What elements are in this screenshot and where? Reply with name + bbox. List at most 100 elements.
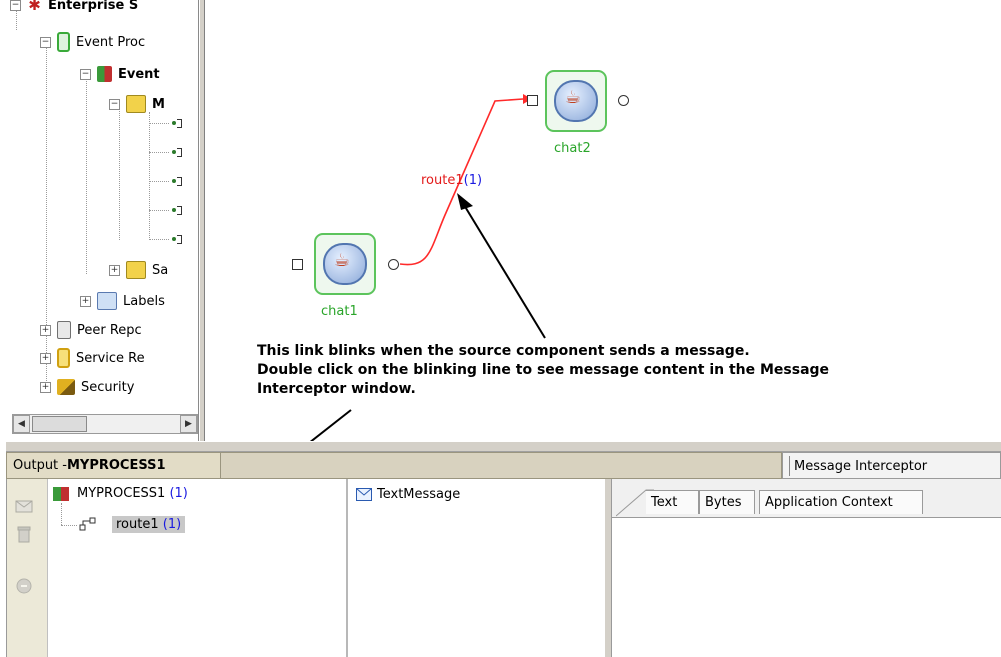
tree-guide-line xyxy=(149,152,169,153)
message-item-label: TextMessage xyxy=(377,487,461,502)
output-tab-bar: Output - MYPROCESS1 xyxy=(6,452,782,479)
security-icon xyxy=(57,379,75,395)
route-icon xyxy=(79,517,96,531)
chat2-component[interactable] xyxy=(545,70,607,132)
output-tab-prefix: Output - xyxy=(13,458,67,473)
java-component-icon xyxy=(323,243,367,285)
tree-node-label: Enterprise S xyxy=(48,0,139,13)
tab-bytes[interactable]: Bytes xyxy=(699,490,755,514)
tree-node-security[interactable]: + Security xyxy=(40,376,134,398)
tree-node-module[interactable]: − M xyxy=(109,93,165,115)
output-tab-process: MYPROCESS1 xyxy=(66,458,166,473)
tree-node-labels[interactable]: + Labels xyxy=(80,290,165,312)
tree-node-label: Peer Repc xyxy=(77,322,142,338)
tree-node-sub[interactable]: + Sa xyxy=(109,259,168,281)
folder-icon xyxy=(126,95,146,113)
tree-guide-line xyxy=(61,525,77,526)
tree-node-enterprise[interactable]: − ✱ Enterprise S xyxy=(10,0,138,16)
collapse-icon[interactable]: − xyxy=(10,0,21,11)
chat1-input-port[interactable] xyxy=(292,259,303,270)
message-interceptor-tab-bar: Message Interceptor xyxy=(782,452,1001,479)
tree-guide-line xyxy=(119,104,120,240)
link-icon[interactable] xyxy=(172,148,182,157)
tree-node-service-registry[interactable]: + Service Re xyxy=(40,347,145,369)
stop-icon[interactable] xyxy=(15,577,33,595)
tree-guide-line xyxy=(61,503,62,525)
message-interceptor-tab[interactable]: Message Interceptor xyxy=(789,456,927,476)
scroll-left-icon[interactable]: ◀ xyxy=(13,415,30,433)
annotation-line: Double click on the blinking line to see… xyxy=(257,362,830,378)
output-tree-process[interactable]: MYPROCESS1 (1) xyxy=(53,486,188,501)
link-icon[interactable] xyxy=(172,177,182,186)
chat1-output-port[interactable] xyxy=(388,259,399,270)
tree-node-event-processing[interactable]: − Event Proc xyxy=(40,31,145,53)
tree-guide-line xyxy=(149,112,150,240)
process-count: (1) xyxy=(169,486,188,501)
output-tab[interactable]: Output - MYPROCESS1 xyxy=(7,453,221,478)
tree-node-label: Event xyxy=(118,66,160,82)
folder-icon xyxy=(126,261,146,279)
message-list: TextMessage xyxy=(348,479,604,657)
tree-guide-line xyxy=(149,210,169,211)
tree-node-label: Event Proc xyxy=(76,34,146,50)
chat2-label: chat2 xyxy=(554,141,591,156)
expand-icon[interactable]: + xyxy=(40,381,51,393)
output-tree-route[interactable]: route1 (1) xyxy=(112,516,186,533)
route-count: (1) xyxy=(162,517,182,532)
enterprise-icon: ✱ xyxy=(28,0,41,14)
link-icon[interactable] xyxy=(172,206,182,215)
tree-guide-line xyxy=(86,74,87,274)
link-icon[interactable] xyxy=(172,119,182,128)
repository-icon xyxy=(57,321,71,339)
output-panel: MYPROCESS1 (1) route1 (1) xyxy=(6,479,346,657)
envelope-icon[interactable] xyxy=(15,497,33,515)
annotation-text: This link blinks when the source compone… xyxy=(257,342,937,399)
tab-text[interactable]: Text xyxy=(646,490,699,514)
collapse-icon[interactable]: − xyxy=(109,98,120,110)
annotation-arrow-up xyxy=(460,199,546,339)
tab-application-context[interactable]: Application Context xyxy=(759,490,923,514)
tree-guide-line xyxy=(149,123,169,124)
message-detail-tabs: Text Bytes Application Context xyxy=(612,479,1001,517)
java-component-icon xyxy=(554,80,598,122)
expand-icon[interactable]: + xyxy=(80,295,91,307)
annotation-line: Interceptor window. xyxy=(257,381,416,397)
message-content-area[interactable] xyxy=(612,517,1001,657)
message-item[interactable]: TextMessage xyxy=(356,487,460,502)
registry-icon xyxy=(57,348,70,368)
tree-node-peer-repository[interactable]: + Peer Repc xyxy=(40,319,142,341)
trash-icon[interactable] xyxy=(15,525,33,543)
process-canvas[interactable]: chat2 chat1 route1(1) This link blinks w… xyxy=(205,0,1001,441)
message-detail-panel: Text Bytes Application Context xyxy=(612,479,1001,657)
explorer-tree-panel: − ✱ Enterprise S − Event Proc − Event − … xyxy=(6,0,199,441)
annotation-arrowhead-up xyxy=(457,193,473,210)
route-count: (1) xyxy=(463,173,483,188)
expand-icon[interactable]: + xyxy=(40,324,51,336)
expand-icon[interactable]: + xyxy=(109,264,120,276)
tree-node-label: Security xyxy=(81,379,135,395)
event-process-icon xyxy=(97,66,112,82)
chat2-output-port[interactable] xyxy=(618,95,629,106)
panel-divider[interactable] xyxy=(604,479,612,657)
scroll-thumb[interactable] xyxy=(32,416,87,432)
scroll-right-icon[interactable]: ▶ xyxy=(180,415,197,433)
collapse-icon[interactable]: − xyxy=(80,68,91,80)
output-toolbar xyxy=(7,479,48,657)
tree-node-event[interactable]: − Event xyxy=(80,63,160,85)
tree-horizontal-scrollbar[interactable]: ◀ ▶ xyxy=(12,414,198,434)
event-process-icon xyxy=(53,486,69,501)
tree-guide-line xyxy=(149,181,169,182)
database-icon xyxy=(57,32,70,52)
chat1-component[interactable] xyxy=(314,233,376,295)
chat2-input-port[interactable] xyxy=(527,95,538,106)
tree-node-label: Sa xyxy=(152,262,169,278)
tree-node-label: M xyxy=(152,96,165,112)
route-label: route1 xyxy=(116,517,159,532)
collapse-icon[interactable]: − xyxy=(40,36,51,48)
horizontal-splitter[interactable] xyxy=(6,441,1001,452)
tree-node-label: Service Re xyxy=(76,350,145,366)
chat1-label: chat1 xyxy=(321,304,358,319)
expand-icon[interactable]: + xyxy=(40,352,51,364)
route1-label[interactable]: route1(1) xyxy=(421,173,482,188)
link-icon[interactable] xyxy=(172,235,182,244)
